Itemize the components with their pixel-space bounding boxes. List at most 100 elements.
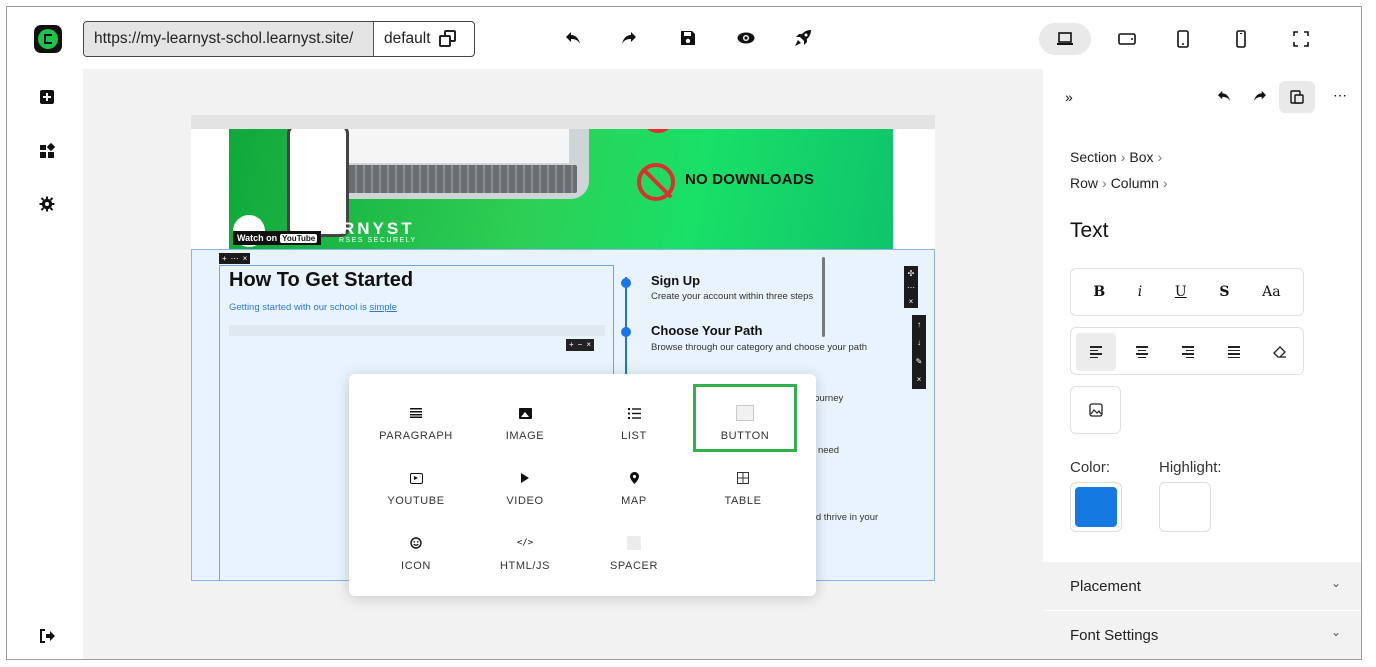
block-table[interactable]: TABLE — [693, 467, 793, 523]
video-icon — [521, 467, 529, 489]
tablet-landscape-icon[interactable] — [1101, 23, 1153, 55]
redo-icon[interactable] — [619, 28, 639, 48]
block-label: PARAGRAPH — [379, 430, 453, 442]
close-icon[interactable]: × — [909, 297, 914, 306]
add-icon[interactable]: + — [222, 254, 227, 263]
close-icon[interactable]: × — [917, 375, 922, 384]
move-icon[interactable]: − — [578, 341, 583, 349]
blocks-icon[interactable] — [39, 143, 55, 159]
highlight-color-swatch[interactable] — [1159, 482, 1211, 532]
video-banner[interactable]: NO DOWNLOADS LEARNYST RSES SECURELY Watc… — [229, 129, 893, 249]
block-html-js[interactable]: </> HTML/JS — [475, 532, 575, 588]
duplicate-button[interactable] — [1279, 81, 1315, 113]
timeline-dot — [621, 327, 631, 337]
site-url-bar: https://my-learnyst-schol.learnyst.site/… — [83, 21, 475, 57]
lead-link[interactable]: simple — [369, 302, 396, 313]
selected-text-block[interactable] — [229, 325, 605, 336]
block-image[interactable]: IMAGE — [475, 402, 575, 458]
clear-format-icon[interactable] — [1260, 333, 1300, 371]
timeline-dot — [621, 278, 631, 288]
align-left-icon[interactable] — [1076, 333, 1116, 371]
mobile-icon[interactable] — [1215, 23, 1267, 55]
move-down-icon[interactable]: ↓ — [917, 338, 921, 347]
alignment-toolbar — [1070, 327, 1304, 375]
move-icon[interactable]: ⋯ — [231, 254, 239, 263]
font-settings-accordion[interactable]: Font Settings ⌄ — [1043, 611, 1361, 659]
placement-accordion[interactable]: Placement ⌄ — [1043, 562, 1361, 610]
breadcrumb-row[interactable]: Row — [1070, 175, 1098, 191]
move-up-icon[interactable]: ↑ — [917, 320, 921, 329]
section-heading[interactable]: How To Get Started — [229, 269, 413, 292]
font-case-button[interactable]: Aa — [1262, 284, 1280, 300]
breadcrumb-column[interactable]: Column — [1111, 175, 1159, 191]
accordion-title: Font Settings — [1070, 627, 1159, 644]
align-right-icon[interactable] — [1168, 333, 1208, 371]
add-icon[interactable] — [39, 89, 55, 105]
bold-button[interactable]: B — [1093, 284, 1105, 300]
align-justify-icon[interactable] — [1214, 333, 1254, 371]
breadcrumb-box[interactable]: Box — [1129, 149, 1153, 165]
highlight-label: Highlight: — [1159, 459, 1222, 476]
app-logo[interactable] — [34, 25, 62, 53]
move-icon[interactable]: ✣ — [908, 269, 915, 278]
block-picker: PARAGRAPH IMAGE LIST BUTTON YOUTUBE VIDE… — [349, 374, 816, 596]
brand-subtext: RSES SECURELY — [339, 237, 417, 244]
redo-icon[interactable] — [1253, 89, 1267, 105]
desktop-icon[interactable] — [1039, 23, 1091, 55]
lead-text[interactable]: Getting started with our school is simpl… — [229, 302, 397, 313]
editor-canvas[interactable]: NO DOWNLOADS LEARNYST RSES SECURELY Watc… — [83, 69, 1043, 659]
close-icon[interactable]: × — [586, 341, 591, 349]
accordion-title: Placement — [1070, 578, 1141, 595]
block-button[interactable]: BUTTON — [693, 384, 797, 452]
breadcrumb-section[interactable]: Section — [1070, 149, 1117, 165]
block-icon[interactable]: ICON — [366, 532, 466, 588]
app-window: https://my-learnyst-schol.learnyst.site/… — [6, 6, 1362, 660]
block-video[interactable]: VIDEO — [475, 467, 575, 523]
publish-icon[interactable] — [793, 28, 813, 48]
strikethrough-button[interactable]: S — [1219, 284, 1229, 300]
youtube-logo: YouTube — [280, 233, 318, 243]
step-desc: Create your account within three steps — [651, 291, 814, 302]
undo-icon[interactable] — [563, 28, 583, 48]
canvas-scrollbar[interactable] — [822, 257, 825, 337]
block-paragraph[interactable]: PARAGRAPH — [366, 402, 466, 458]
step-title: Sign Up — [651, 273, 701, 288]
watch-on-youtube[interactable]: Watch on YouTube — [233, 231, 322, 245]
list-icon — [627, 402, 641, 424]
chevron-down-icon: ⌄ — [1331, 576, 1342, 590]
site-url[interactable]: https://my-learnyst-schol.learnyst.site/ — [84, 22, 374, 56]
block-spacer[interactable]: SPACER — [584, 532, 684, 588]
smiley-icon — [410, 532, 422, 554]
save-icon[interactable] — [678, 28, 698, 48]
breadcrumb: Section › Box › — [1070, 149, 1163, 165]
left-rail — [7, 69, 83, 659]
duplicate-icon[interactable]: ⋯ — [907, 283, 915, 292]
no-downloads-text: NO DOWNLOADS — [685, 171, 815, 188]
copy-icon[interactable] — [438, 30, 457, 48]
underline-button[interactable]: U — [1175, 284, 1187, 300]
collapse-panel-icon[interactable]: » — [1065, 89, 1073, 105]
text-color-swatch[interactable] — [1070, 482, 1122, 532]
version-selector[interactable]: default — [374, 22, 474, 56]
align-center-icon[interactable] — [1122, 333, 1162, 371]
logout-icon[interactable] — [39, 628, 55, 644]
block-youtube[interactable]: YOUTUBE — [366, 467, 466, 523]
close-icon[interactable]: × — [243, 254, 248, 263]
block-label: YOUTUBE — [387, 495, 445, 507]
code-icon: </> — [516, 538, 534, 548]
undo-icon[interactable] — [1217, 89, 1231, 105]
add-icon[interactable]: + — [569, 341, 574, 349]
preview-icon[interactable] — [736, 28, 756, 48]
block-list[interactable]: LIST — [584, 402, 684, 458]
insert-image-button[interactable] — [1070, 386, 1121, 434]
tablet-portrait-icon[interactable] — [1157, 23, 1209, 55]
section-toolbar: ✣ ⋯ × — [904, 266, 918, 308]
block-map[interactable]: MAP — [584, 467, 684, 523]
wrench-icon[interactable]: ✎ — [916, 357, 923, 366]
italic-button[interactable]: i — [1138, 284, 1142, 300]
fullscreen-icon[interactable] — [1275, 23, 1327, 55]
settings-icon[interactable] — [39, 196, 55, 212]
top-toolbar: https://my-learnyst-schol.learnyst.site/… — [7, 7, 1361, 69]
more-icon[interactable]: ⋯ — [1333, 87, 1347, 104]
text-block-toolbar: + − × — [566, 339, 595, 351]
